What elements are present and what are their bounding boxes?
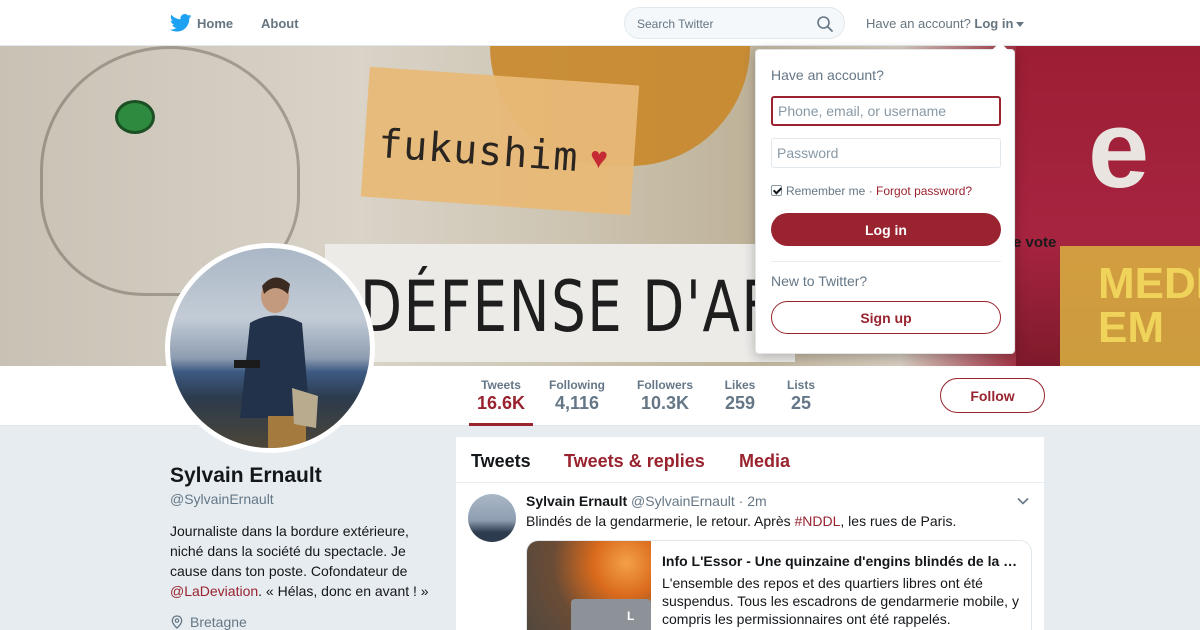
timeline-tabs: Tweets Tweets & replies Media bbox=[456, 437, 1044, 483]
stat-value: 16.6K bbox=[476, 393, 526, 413]
tweet-text-start: Blindés de la gendarmerie, le retour. Ap… bbox=[526, 513, 795, 529]
avatar-person-silhouette bbox=[234, 277, 318, 448]
banner-green-mask bbox=[115, 100, 155, 134]
tweet-hashtag-link[interactable]: #NDDL bbox=[795, 513, 841, 529]
remember-row: Remember me · Forgot password? bbox=[771, 184, 972, 198]
tweet-avatar[interactable] bbox=[468, 494, 516, 542]
stat-followers[interactable]: Followers 10.3K bbox=[635, 378, 695, 414]
banner-media-text: MEDI EM bbox=[1098, 259, 1200, 352]
profile-handle[interactable]: @SylvainErnault bbox=[170, 491, 274, 507]
profile-location: Bretagne bbox=[170, 614, 247, 630]
stat-label: Tweets bbox=[481, 378, 521, 392]
timeline: Tweets Tweets & replies Media Sylvain Er… bbox=[456, 437, 1044, 630]
stat-value: 259 bbox=[724, 393, 756, 413]
remember-separator: · bbox=[868, 184, 873, 198]
tab-tweets[interactable]: Tweets bbox=[471, 451, 531, 472]
heart-icon: ♥ bbox=[588, 141, 609, 176]
banner-vote-text: e vote bbox=[1013, 234, 1057, 251]
stat-label: Lists bbox=[786, 378, 815, 392]
location-text: Bretagne bbox=[190, 614, 247, 630]
stat-following[interactable]: Following 4,116 bbox=[547, 378, 607, 414]
chevron-down-icon[interactable] bbox=[1016, 494, 1030, 508]
profile-avatar[interactable] bbox=[165, 243, 375, 453]
dropdown-arrow bbox=[992, 42, 1008, 50]
location-pin-icon bbox=[171, 615, 183, 629]
tweet-author-handle[interactable]: @SylvainErnault bbox=[631, 493, 735, 509]
remember-me-checkbox[interactable] bbox=[771, 185, 782, 196]
stat-tweets[interactable]: Tweets 16.6K bbox=[469, 378, 533, 426]
card-image-letter: L bbox=[627, 609, 635, 623]
card-title: Info L'Essor - Une quinzaine d'engins bl… bbox=[662, 553, 1018, 569]
login-dropdown: Have an account? Remember me · Forgot pa… bbox=[755, 42, 1015, 354]
tweet-link-card[interactable]: L Info L'Essor - Une quinzaine d'engins … bbox=[526, 540, 1032, 630]
profile-bio: Journaliste dans la bordure extérieure, … bbox=[170, 521, 440, 601]
card-description: L'ensemble des repos et des quartiers li… bbox=[662, 575, 1019, 627]
tweet-text-end: , les rues de Paris. bbox=[840, 513, 957, 529]
tweet-author-name[interactable]: Sylvain Ernault bbox=[526, 493, 627, 509]
stat-label: Likes bbox=[724, 378, 756, 392]
card-image: L bbox=[527, 541, 651, 630]
new-to-twitter-prompt: New to Twitter? bbox=[771, 273, 868, 289]
bio-text: Journaliste dans la bordure extérieure, … bbox=[170, 523, 409, 579]
stat-likes[interactable]: Likes 259 bbox=[722, 378, 758, 414]
top-navigation-bar: Home About Search Twitter Have an accoun… bbox=[0, 0, 1200, 46]
banner-poster-letter: e bbox=[1088, 88, 1150, 211]
bio-text-end: . « Hélas, donc en avant ! » bbox=[258, 583, 429, 599]
account-login-toggle[interactable]: Have an account? Log in bbox=[866, 16, 1025, 31]
card-image-vehicle: L bbox=[571, 599, 651, 630]
stat-value: 25 bbox=[790, 393, 812, 413]
caret-down-icon bbox=[1016, 22, 1025, 28]
tweet-timestamp[interactable]: · 2m bbox=[739, 493, 767, 509]
signup-button[interactable]: Sign up bbox=[771, 301, 1001, 334]
remember-me-label[interactable]: Remember me bbox=[786, 184, 865, 198]
tab-media[interactable]: Media bbox=[739, 451, 790, 472]
tweet-text: Blindés de la gendarmerie, le retour. Ap… bbox=[526, 513, 956, 529]
login-heading: Have an account? bbox=[771, 67, 884, 83]
account-prompt: Have an account? bbox=[866, 16, 971, 31]
nav-about-link[interactable]: About bbox=[261, 16, 299, 31]
forgot-password-link[interactable]: Forgot password? bbox=[876, 184, 972, 198]
search-placeholder: Search Twitter bbox=[637, 17, 714, 31]
password-input[interactable] bbox=[771, 138, 1001, 168]
tab-tweets-replies[interactable]: Tweets & replies bbox=[564, 451, 705, 472]
dropdown-divider bbox=[771, 261, 1001, 262]
login-link[interactable]: Log in bbox=[974, 16, 1013, 31]
stat-value: 10.3K bbox=[640, 393, 690, 413]
username-input[interactable] bbox=[771, 96, 1001, 126]
search-icon[interactable] bbox=[816, 15, 834, 33]
stat-label: Following bbox=[549, 378, 605, 392]
bio-mention-link[interactable]: @LaDeviation bbox=[170, 583, 258, 599]
tweet-header: Sylvain Ernault @SylvainErnault · 2m bbox=[526, 493, 767, 509]
follow-button[interactable]: Follow bbox=[940, 378, 1045, 413]
stat-lists[interactable]: Lists 25 bbox=[785, 378, 817, 414]
search-field[interactable]: Search Twitter bbox=[624, 7, 845, 39]
stat-value: 4,116 bbox=[554, 393, 600, 413]
profile-name[interactable]: Sylvain Ernault bbox=[170, 464, 322, 488]
stat-label: Followers bbox=[636, 378, 693, 392]
login-button[interactable]: Log in bbox=[771, 213, 1001, 246]
twitter-bird-icon[interactable] bbox=[170, 14, 192, 32]
nav-home-link[interactable]: Home bbox=[197, 16, 233, 31]
